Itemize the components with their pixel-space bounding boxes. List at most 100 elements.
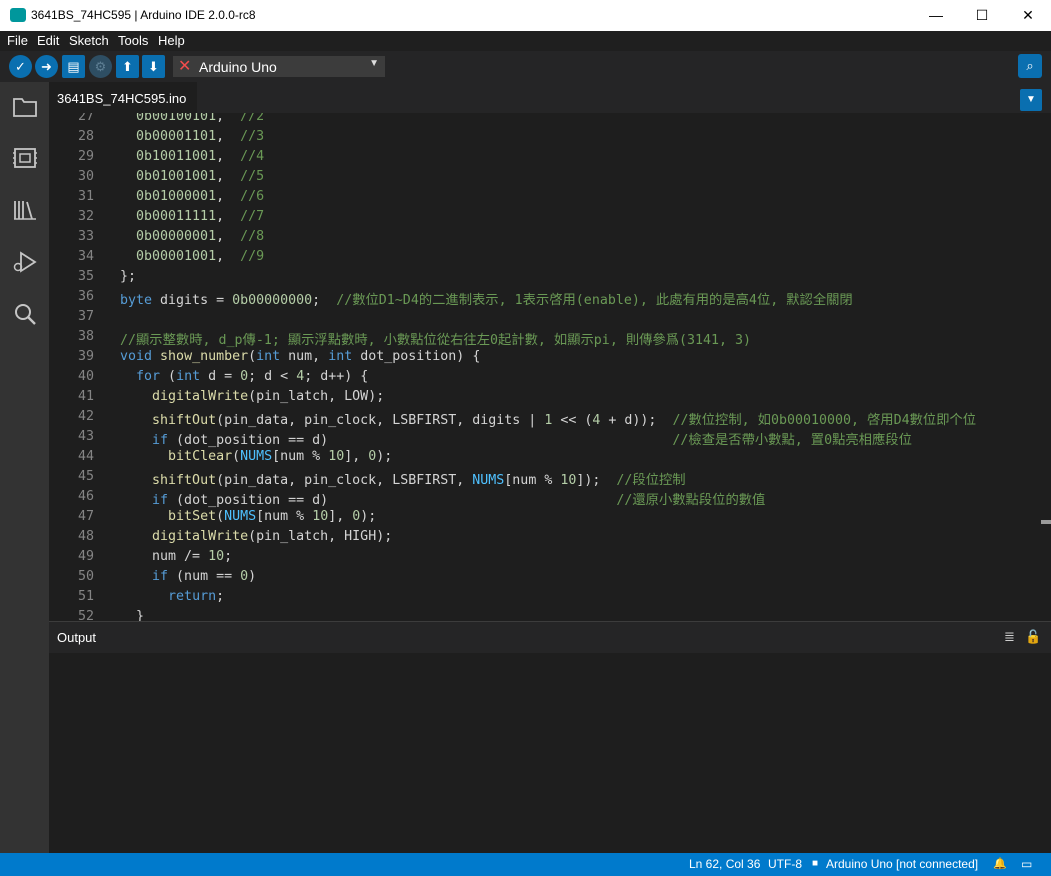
code-line[interactable]: 45 shiftOut(pin_data, pin_clock, LSBFIRS… — [49, 467, 1051, 488]
maximize-button[interactable]: ☐ — [959, 0, 1005, 31]
line-code: 0b00001101, //3 — [136, 129, 265, 144]
code-line[interactable]: 28 0b00001101, //3 — [49, 127, 1051, 147]
line-number: 50 — [77, 569, 94, 584]
line-code: 0b00001001, //9 — [136, 249, 265, 264]
status-bar: Ln 62, Col 36 UTF-8 ■ Arduino Uno [not c… — [0, 853, 1051, 876]
output-header: Output ≣ 🔓 — [49, 622, 1051, 653]
code-line[interactable]: 49 num /= 10; — [49, 547, 1051, 567]
close-window-button[interactable]: ✕ — [1005, 0, 1051, 31]
line-code: 0b10011001, //4 — [136, 149, 265, 164]
clear-output-icon[interactable]: ≣ — [1004, 629, 1015, 645]
bell-icon[interactable]: 🔔 — [993, 857, 1007, 870]
code-line[interactable]: 50 if (num == 0) — [49, 567, 1051, 587]
menu-tools[interactable]: Tools — [118, 33, 148, 48]
line-number: 46 — [77, 489, 94, 504]
editor-tabs: 3641BS_74HC595.ino ▼ — [49, 82, 1051, 113]
code-line[interactable]: 38 //顯示整數時, d_p傳-1; 顯示浮點數時, 小數點位從右往左0起計數,… — [49, 327, 1051, 348]
line-code: 0b01001001, //5 — [136, 169, 265, 184]
code-line[interactable]: 27 0b00100101, //2 — [49, 113, 1051, 127]
code-line[interactable]: 37 — [49, 307, 1051, 327]
menu-sketch[interactable]: Sketch — [69, 33, 109, 48]
code-line[interactable]: 43 if (dot_position == d) //檢查是否帶小數點, 置0… — [49, 427, 1051, 448]
output-title: Output — [57, 630, 97, 645]
line-number: 48 — [77, 529, 94, 544]
code-line[interactable]: 47 bitSet(NUMS[num % 10], 0); — [49, 507, 1051, 527]
upload-button[interactable]: ➜ — [35, 55, 58, 78]
code-line[interactable]: 48 digitalWrite(pin_latch, HIGH); — [49, 527, 1051, 547]
line-number: 28 — [77, 129, 94, 144]
tab-label: 3641BS_74HC595.ino — [57, 91, 187, 106]
line-code: if (num == 0) — [152, 569, 257, 584]
lock-icon[interactable]: 🔓 — [1025, 629, 1041, 645]
toolbar: ✓ ➜ ▤ ⚙ ⬆ ⬇ — [0, 51, 1051, 82]
board-status[interactable]: Arduino Uno [not connected] — [826, 857, 978, 871]
new-sketch-button[interactable]: ▤ — [62, 55, 85, 78]
tab-sketch-file[interactable]: 3641BS_74HC595.ino — [49, 82, 197, 113]
code-line[interactable]: 31 0b01000001, //6 — [49, 187, 1051, 207]
code-line[interactable]: 46 if (dot_position == d) //還原小數點段位的數值 — [49, 487, 1051, 508]
code-line[interactable]: 35}; — [49, 267, 1051, 287]
library-icon[interactable] — [12, 197, 38, 223]
code-line[interactable]: 34 0b00001001, //9 — [49, 247, 1051, 267]
tab-dropdown-button[interactable]: ▼ — [1020, 89, 1042, 111]
code-line[interactable]: 44 bitClear(NUMS[num % 10], 0); — [49, 447, 1051, 467]
layout-icon[interactable]: ▭ — [1021, 857, 1032, 871]
line-code: }; — [120, 269, 137, 284]
line-number: 27 — [77, 113, 94, 124]
line-number: 34 — [77, 249, 94, 264]
code-line[interactable]: 40 for (int d = 0; d < 4; d++) { — [49, 367, 1051, 387]
menu-file[interactable]: File — [7, 33, 28, 48]
line-number: 37 — [77, 309, 94, 324]
line-code: shiftOut(pin_data, pin_clock, LSBFIRST, … — [152, 413, 977, 428]
board-label: Arduino Uno — [199, 59, 277, 75]
line-number: 41 — [77, 389, 94, 404]
minimize-button[interactable]: — — [913, 0, 959, 31]
code-line[interactable]: 36 byte digits = 0b00000000; //數位D1~D4的二進… — [49, 287, 1051, 308]
editor-scrollbar[interactable] — [1041, 113, 1051, 621]
line-code: 0b00011111, //7 — [136, 209, 265, 224]
line-number: 43 — [77, 429, 94, 444]
save-button[interactable]: ⬇ — [142, 55, 165, 78]
line-number: 38 — [77, 329, 94, 344]
line-code: bitClear(NUMS[num % 10], 0); — [168, 449, 393, 464]
debug-button[interactable]: ⚙ — [89, 55, 112, 78]
code-line[interactable]: 33 0b00000001, //8 — [49, 227, 1051, 247]
verify-button[interactable]: ✓ — [9, 55, 32, 78]
line-code: 0b00000001, //8 — [136, 229, 265, 244]
code-line[interactable]: 32 0b00011111, //7 — [49, 207, 1051, 227]
cursor-position[interactable]: Ln 62, Col 36 — [689, 857, 760, 871]
board-error-icon: ✕ — [178, 58, 192, 75]
output-panel — [49, 653, 1051, 853]
folder-icon[interactable] — [12, 94, 38, 120]
code-line[interactable]: 52 } — [49, 607, 1051, 621]
line-number: 36 — [77, 289, 94, 304]
board-manager-icon[interactable] — [12, 145, 38, 171]
code-line[interactable]: 41 digitalWrite(pin_latch, LOW); — [49, 387, 1051, 407]
board-selector[interactable]: ✕ Arduino Uno ▼ — [173, 56, 385, 77]
debug-run-icon[interactable] — [12, 249, 38, 275]
line-code: shiftOut(pin_data, pin_clock, LSBFIRST, … — [152, 473, 686, 488]
code-line[interactable]: 51 return; — [49, 587, 1051, 607]
board-chip-icon: ■ — [812, 858, 819, 869]
line-number: 35 — [77, 269, 94, 284]
encoding[interactable]: UTF-8 — [768, 857, 802, 871]
serial-monitor-button[interactable]: ⌕ — [1018, 54, 1042, 78]
open-button[interactable]: ⬆ — [116, 55, 139, 78]
line-code: bitSet(NUMS[num % 10], 0); — [168, 509, 377, 524]
code-line[interactable]: 42 shiftOut(pin_data, pin_clock, LSBFIRS… — [49, 407, 1051, 428]
code-line[interactable]: 30 0b01001001, //5 — [49, 167, 1051, 187]
line-code: digitalWrite(pin_latch, HIGH); — [152, 529, 393, 544]
scrollbar-thumb[interactable] — [1041, 520, 1051, 524]
search-icon[interactable] — [12, 301, 38, 327]
code-line[interactable]: 39 void show_number(int num, int dot_posi… — [49, 347, 1051, 367]
code-line[interactable]: 29 0b10011001, //4 — [49, 147, 1051, 167]
line-code: //顯示整數時, d_p傳-1; 顯示浮點數時, 小數點位從右往左0起計數, 如… — [120, 333, 752, 348]
code-editor[interactable]: 27 0b00100101, //2 28 0b00001101, //3 29 0… — [49, 113, 1051, 621]
menu-bar: File Edit Sketch Tools Help — [0, 31, 1051, 51]
menu-help[interactable]: Help — [158, 33, 185, 48]
line-code: for (int d = 0; d < 4; d++) { — [136, 369, 369, 384]
activity-bar — [0, 82, 49, 853]
line-number: 49 — [77, 549, 94, 564]
menu-edit[interactable]: Edit — [37, 33, 59, 48]
line-number: 32 — [77, 209, 94, 224]
